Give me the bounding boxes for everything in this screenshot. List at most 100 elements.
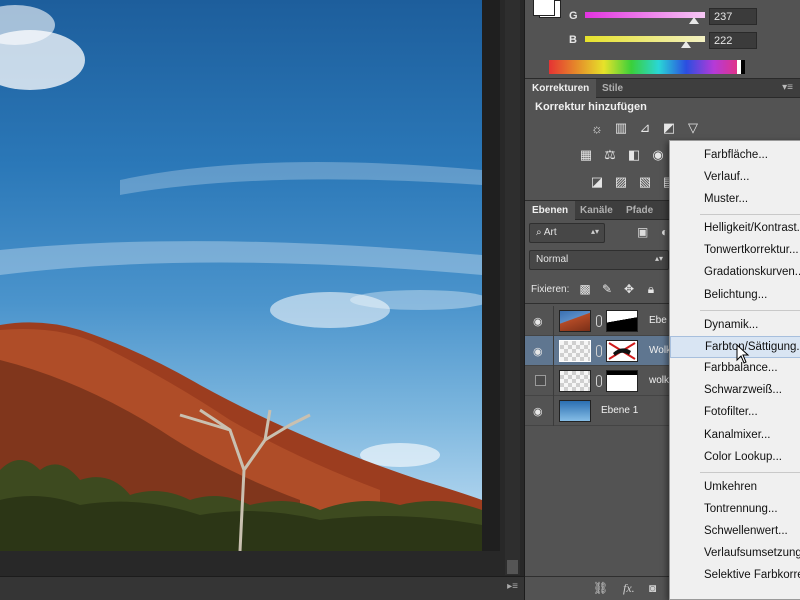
divider <box>553 366 554 396</box>
brightness-icon[interactable]: ☼ <box>588 120 606 136</box>
color-spectrum-bar[interactable] <box>549 60 745 74</box>
document-image[interactable] <box>0 0 482 551</box>
mouse-cursor-icon <box>736 344 750 364</box>
menu-item-tonwertkorrektur[interactable]: Tonwertkorrektur... <box>670 240 800 262</box>
panel-menu-icon[interactable]: ▾≡ <box>782 82 793 93</box>
lock-pixels-icon[interactable]: ✎ <box>599 282 615 298</box>
chevron-updown-icon: ▴▾ <box>590 227 599 236</box>
tab-korrekturen[interactable]: Korrekturen <box>525 79 597 98</box>
tab-ebenen[interactable]: Ebenen <box>525 201 576 220</box>
link-icon[interactable] <box>596 375 602 387</box>
color-slider-track[interactable] <box>585 12 705 18</box>
color-row-g: G 237 <box>565 8 800 26</box>
eye-icon[interactable]: ◉ <box>533 345 547 358</box>
layer-mask-thumbnail[interactable] <box>606 370 638 392</box>
menu-separator <box>700 214 800 215</box>
foreground-color-swatch[interactable] <box>533 0 555 16</box>
document-border <box>482 0 500 551</box>
link-icon[interactable] <box>596 315 602 327</box>
layer-name[interactable]: Wolk <box>649 345 671 356</box>
vertical-scrollbar[interactable] <box>505 0 520 575</box>
layer-filter-label: Art <box>543 227 557 238</box>
link-icon[interactable] <box>596 345 602 357</box>
menu-item-fotofilter[interactable]: Fotofilter... <box>670 402 800 424</box>
menu-item-kanalmixer[interactable]: Kanalmixer... <box>670 425 800 447</box>
search-icon: ⌕ <box>536 227 544 238</box>
menu-item-farbton-saettigung[interactable]: Farbton/Sättigung... <box>670 336 800 358</box>
fx-icon[interactable]: fx. <box>623 581 635 596</box>
curves-icon[interactable]: ⊿ <box>636 120 654 136</box>
landscape-photo <box>0 5 482 551</box>
menu-item-tontrennung[interactable]: Tontrennung... <box>670 499 800 521</box>
color-slider-thumb[interactable] <box>681 41 691 48</box>
status-bar: ▸≡ <box>0 576 524 600</box>
chevron-updown-icon: ▴▾ <box>654 254 663 263</box>
color-row-b: B 222 <box>565 32 800 50</box>
channel-value-field[interactable]: 222 <box>709 32 757 49</box>
layer-filter-dropdown[interactable]: ⌕ Art ▴▾ <box>529 223 605 243</box>
layer-mask-thumbnail[interactable] <box>606 340 638 362</box>
menu-item-gradationskurven[interactable]: Gradationskurven... <box>670 262 800 284</box>
layer-name[interactable]: wolk <box>649 375 669 386</box>
image-filter-icon[interactable]: ▣ <box>637 225 648 239</box>
visibility-toggle-empty[interactable] <box>535 375 546 386</box>
layer-thumbnail <box>559 340 591 362</box>
menu-item-dynamik[interactable]: Dynamik... <box>670 315 800 337</box>
divider <box>553 396 554 426</box>
tab-pfade[interactable]: Pfade <box>619 201 660 220</box>
menu-item-color-lookup[interactable]: Color Lookup... <box>670 447 800 469</box>
divider <box>553 336 554 366</box>
menu-item-schwellenwert[interactable]: Schwellenwert... <box>670 521 800 543</box>
blend-mode-dropdown[interactable]: Normal ▴▾ <box>529 250 669 270</box>
black-white-icon[interactable]: ◧ <box>625 147 643 163</box>
menu-item-muster[interactable]: Muster... <box>670 189 800 211</box>
menu-item-belichtung[interactable]: Belichtung... <box>670 285 800 307</box>
menu-item-verlaufsumsetzung[interactable]: Verlaufsumsetzung... <box>670 543 800 565</box>
menu-item-helligkeit-kontrast[interactable]: Helligkeit/Kontrast... <box>670 218 800 240</box>
divider <box>553 306 554 336</box>
exposure-icon[interactable]: ◩ <box>660 120 678 136</box>
add-mask-icon[interactable]: ◙ <box>649 581 656 595</box>
layer-name[interactable]: Ebe <box>649 315 667 326</box>
layer-mask-thumbnail[interactable] <box>606 310 638 332</box>
adjustment-filter-icon[interactable]: ◐ <box>661 225 668 239</box>
color-panel: G 237 B 222 <box>525 0 800 77</box>
color-slider-thumb[interactable] <box>689 17 699 24</box>
menu-separator <box>700 472 800 473</box>
layer-thumbnail <box>559 370 591 392</box>
lock-all-icon[interactable]: 🔒︎ <box>643 282 659 298</box>
invert-icon[interactable]: ◪ <box>588 174 606 190</box>
photo-filter-icon[interactable]: ◉ <box>649 147 667 163</box>
link-layers-icon[interactable]: ⛓ <box>593 581 608 595</box>
menu-item-selektive-farbkorrektur[interactable]: Selektive Farbkorrektur... <box>670 565 800 587</box>
threshold-icon[interactable]: ▧ <box>636 174 654 190</box>
menu-separator <box>700 310 800 311</box>
menu-item-schwarzweiss[interactable]: Schwarzweiß... <box>670 380 800 402</box>
canvas-area[interactable] <box>0 0 520 600</box>
corrections-tabbar: Korrekturen Stile ▾≡ <box>525 78 800 98</box>
lock-position-icon[interactable]: ✥ <box>621 282 637 298</box>
menu-item-farbflaeche[interactable]: Farbfläche... <box>670 145 800 167</box>
scrollbar-thumb[interactable] <box>507 560 518 574</box>
hue-saturation-icon[interactable]: ▦ <box>577 147 595 163</box>
menu-item-umkehren[interactable]: Umkehren <box>670 477 800 499</box>
layer-name[interactable]: Ebene 1 <box>601 405 638 416</box>
eye-icon[interactable]: ◉ <box>533 315 547 328</box>
adjustment-context-menu: Farbfläche... Verlauf... Muster... Helli… <box>669 140 800 600</box>
status-menu-icon[interactable]: ▸≡ <box>507 581 518 592</box>
posterize-icon[interactable]: ▨ <box>612 174 630 190</box>
eye-icon[interactable]: ◉ <box>533 405 547 418</box>
blend-mode-value: Normal <box>536 254 569 265</box>
layer-thumbnail <box>559 310 591 332</box>
color-balance-icon[interactable]: ⚖ <box>601 147 619 163</box>
channel-label: B <box>569 34 577 46</box>
vibrance-icon[interactable]: ▽ <box>684 120 702 136</box>
tab-stile[interactable]: Stile <box>595 79 630 98</box>
tab-kanaele[interactable]: Kanäle <box>573 201 620 220</box>
channel-value-field[interactable]: 237 <box>709 8 757 25</box>
menu-item-farbbalance[interactable]: Farbbalance... <box>670 358 800 380</box>
levels-icon[interactable]: ▥ <box>612 120 630 136</box>
menu-item-verlauf[interactable]: Verlauf... <box>670 167 800 189</box>
lock-transparency-icon[interactable]: ▩ <box>577 282 593 298</box>
corrections-title: Korrektur hinzufügen <box>535 101 647 113</box>
